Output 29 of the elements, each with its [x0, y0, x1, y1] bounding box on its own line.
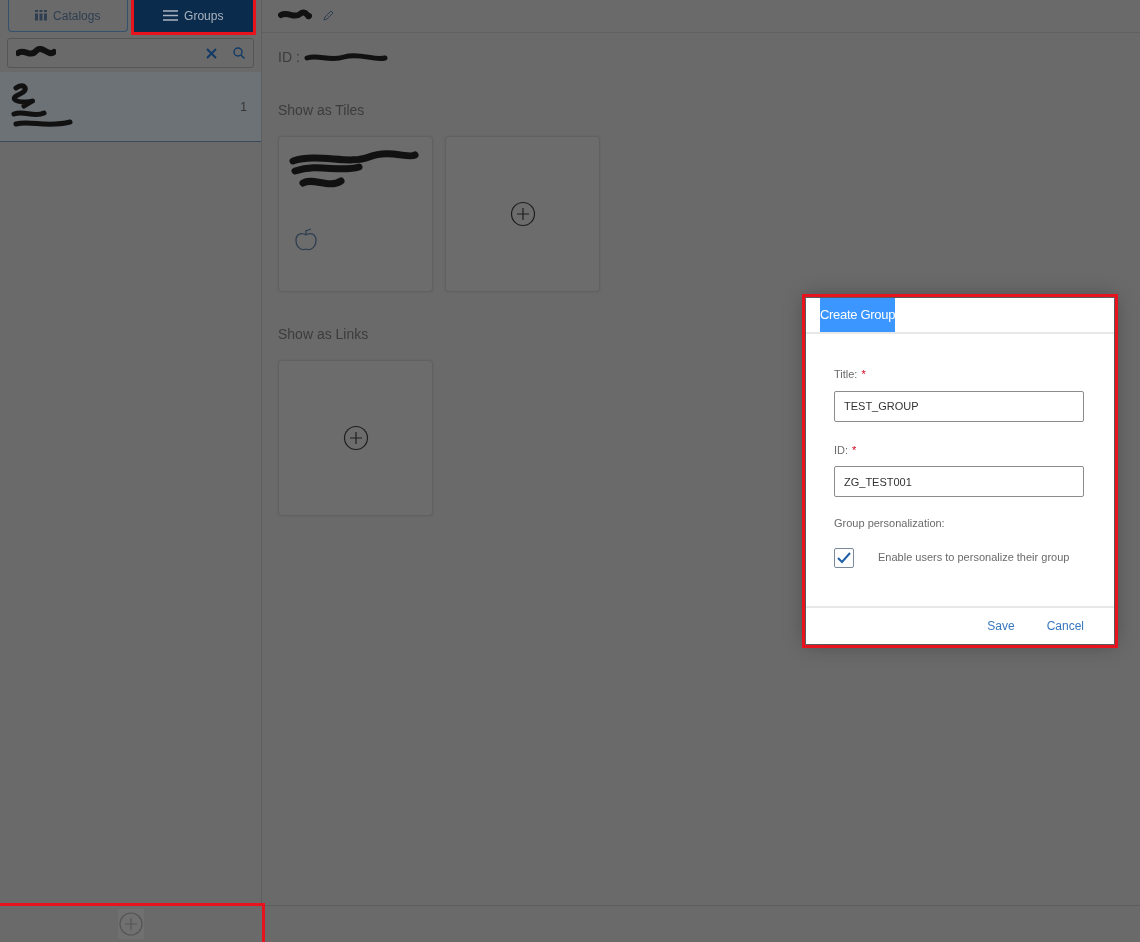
field-label: ID: * [834, 442, 858, 458]
app-tile[interactable] [278, 136, 433, 292]
field-label: Title: * [834, 367, 867, 382]
field-label: Group personalization: [834, 516, 946, 531]
tab[interactable]: Groups [133, 0, 253, 32]
dialog-button[interactable]: Save [971, 617, 1031, 635]
add-tile[interactable] [278, 360, 433, 516]
add-tile[interactable] [445, 136, 600, 292]
pencil-icon[interactable] [322, 10, 334, 22]
add-icon[interactable] [509, 201, 536, 227]
required-mark: * [861, 368, 866, 380]
menu-icon [163, 10, 179, 21]
clear-icon[interactable] [206, 47, 217, 59]
add-group-button[interactable] [118, 909, 144, 939]
redaction-scribble [16, 46, 56, 60]
group-list-item[interactable]: 1 [0, 72, 261, 142]
search-icon[interactable] [233, 47, 245, 59]
input-field[interactable]: ZG_TEST001 [834, 466, 1084, 497]
required-mark: * [852, 443, 857, 456]
grid-icon [35, 10, 48, 21]
input-field[interactable]: TEST_GROUP [834, 390, 1084, 422]
item-count: 1 [240, 98, 247, 116]
checkbox-label: Enable users to personalize their group [878, 550, 1070, 566]
add-icon[interactable] [342, 425, 369, 451]
apple-icon [293, 227, 319, 253]
checkbox[interactable] [834, 547, 854, 568]
dialog-button[interactable]: Cancel [1030, 617, 1100, 635]
dialog-title: Create Group [820, 298, 896, 332]
search-field[interactable] [7, 38, 254, 68]
